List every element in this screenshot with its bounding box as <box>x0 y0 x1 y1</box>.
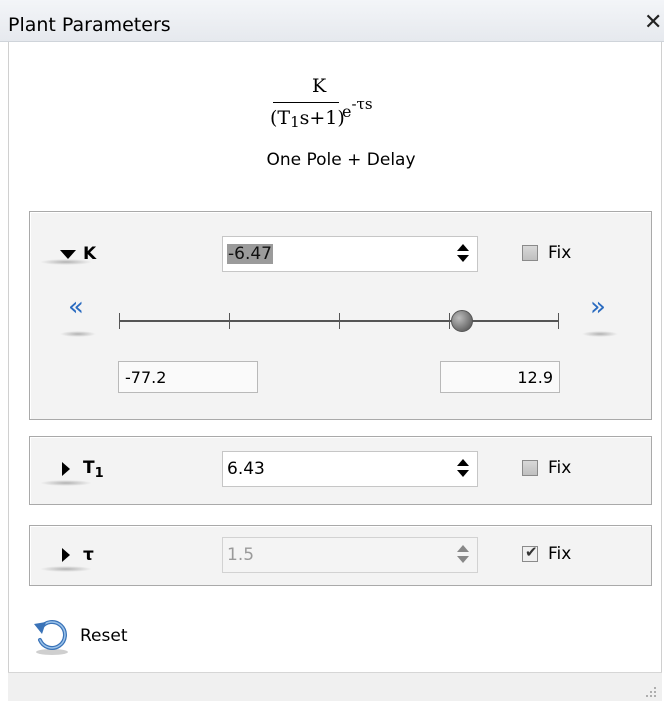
spinner-arrows-icon[interactable] <box>457 244 469 264</box>
double-chevron-right-icon[interactable]: » <box>590 294 606 320</box>
formula-numerator: K <box>312 75 327 97</box>
k-value-spinner[interactable]: -6.47 <box>222 236 478 272</box>
double-chevron-left-icon[interactable]: « <box>68 294 84 320</box>
formula-den-open: (T <box>270 107 291 129</box>
k-max-value[interactable]: 12.9 <box>517 368 553 387</box>
k-max-field[interactable]: 12.9 <box>440 361 560 393</box>
k-fix-checkbox[interactable] <box>522 245 538 261</box>
formula-den-rest: s+1) <box>299 107 345 129</box>
slider-tick <box>119 313 120 329</box>
chevron-left-shadow <box>60 331 96 337</box>
close-icon[interactable]: ✕ <box>644 12 662 34</box>
t1-value-text[interactable]: 6.43 <box>227 459 265 479</box>
param-label-k: K <box>83 244 97 264</box>
t1-fix-label: Fix <box>548 458 572 478</box>
formula-fraction-bar <box>273 102 339 103</box>
triangle-down-icon[interactable] <box>60 250 76 259</box>
spinner-arrows-icon[interactable] <box>457 459 469 479</box>
slider-tick <box>229 313 230 329</box>
t1-fix-checkbox[interactable] <box>522 460 538 476</box>
k-min-value[interactable]: -77.2 <box>125 368 166 387</box>
triangle-right-icon[interactable] <box>62 548 70 562</box>
reset-button[interactable]: Reset <box>80 626 128 646</box>
toggle-shadow <box>40 566 92 572</box>
k-value-text[interactable]: -6.47 <box>227 244 273 264</box>
k-fix-label: Fix <box>548 243 572 263</box>
tau-value-spinner[interactable]: 1.5 <box>222 537 478 573</box>
tau-fix-label: Fix <box>548 544 572 564</box>
tau-value-text[interactable]: 1.5 <box>227 545 254 565</box>
window-title: Plant Parameters <box>8 14 171 36</box>
chevron-right-shadow <box>582 331 618 337</box>
reset-icon[interactable] <box>32 616 72 656</box>
formula-exp-power: -τs <box>351 95 373 113</box>
spinner-arrows-icon[interactable] <box>457 545 469 565</box>
model-name: One Pole + Delay <box>266 150 416 170</box>
resize-grip-icon[interactable] <box>645 686 657 698</box>
slider-tick <box>449 313 450 329</box>
t1-value-spinner[interactable]: 6.43 <box>222 451 478 487</box>
formula-denominator: (T1s+1) <box>270 107 345 131</box>
tau-fix-checkbox[interactable]: ✔ <box>522 544 538 562</box>
triangle-right-icon[interactable] <box>62 462 70 476</box>
slider-tick <box>339 313 340 329</box>
param-label-tau: τ <box>83 545 94 565</box>
slider-tick <box>558 313 559 329</box>
formula-den-sub: 1 <box>290 113 300 131</box>
formula-exponential: e-τs <box>342 95 373 121</box>
param-label-t1: T1 <box>83 458 104 481</box>
status-bar <box>8 672 662 701</box>
k-min-field[interactable]: -77.2 <box>118 361 258 393</box>
